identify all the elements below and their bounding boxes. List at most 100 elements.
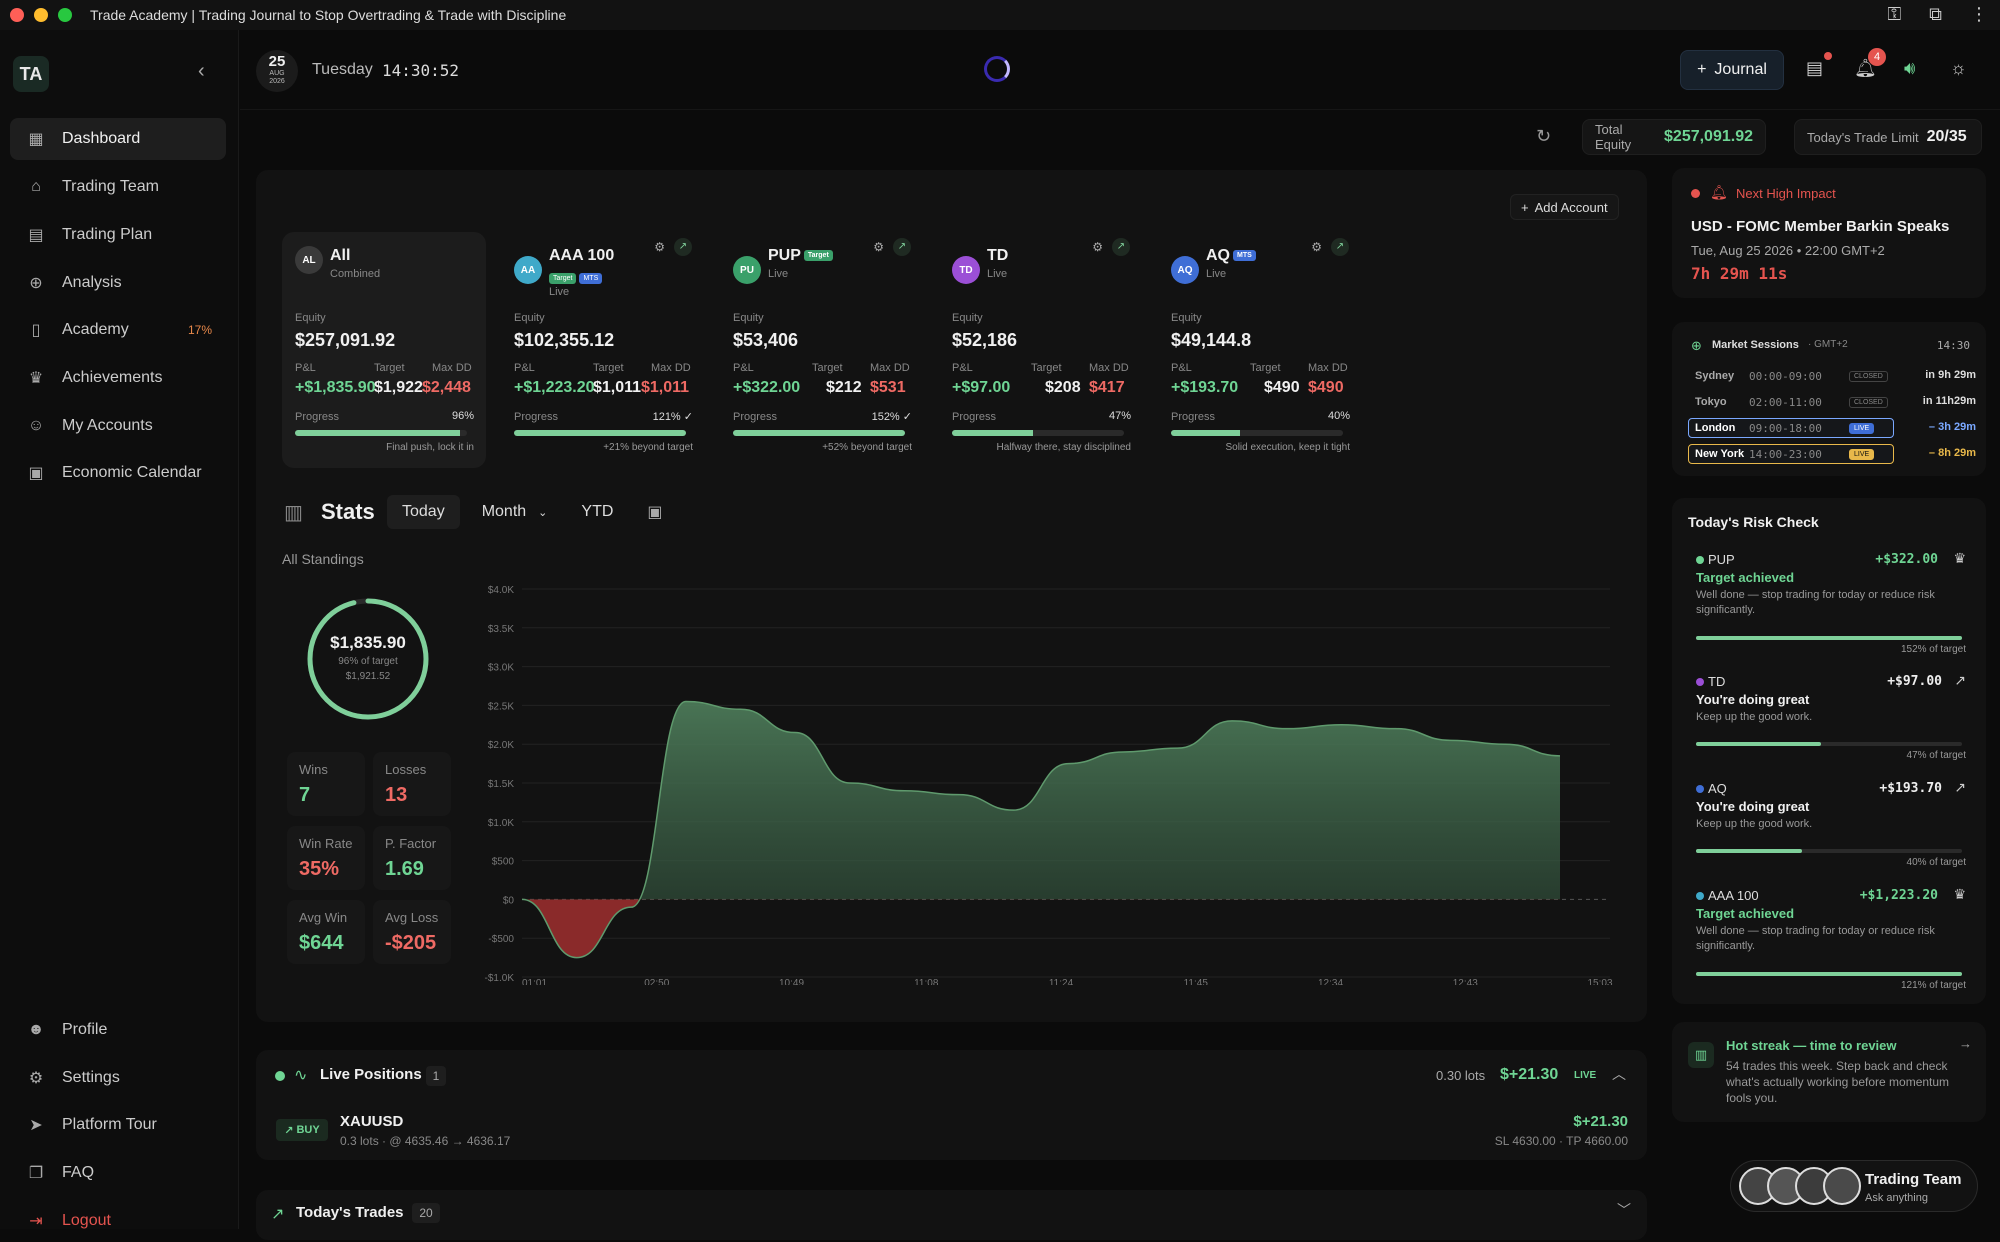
- bar-chart-icon: ▥: [1688, 1042, 1714, 1068]
- weekday: Tuesday: [312, 61, 373, 78]
- date-badge: 25 AUG 2026: [256, 50, 298, 92]
- chevron-down-icon[interactable]: ⌄: [526, 498, 547, 527]
- tab-month[interactable]: Month: [460, 495, 526, 529]
- activity-icon: ∿: [294, 1067, 308, 1084]
- trend-up-icon[interactable]: ↗: [1112, 238, 1130, 256]
- logout-icon: ⇥: [29, 1213, 43, 1230]
- sidebar-item-profile[interactable]: ☻ Profile: [10, 1009, 226, 1051]
- account-card[interactable]: TD TD Live ⚙ ↗ Equity $52,186 P&L Target Max DD +$…: [939, 232, 1143, 468]
- x-tick-label: 12:43: [1453, 978, 1478, 985]
- hot-streak-card[interactable]: ▥ Hot streak — time to review → 54 trade…: [1672, 1022, 1986, 1122]
- trend-up-icon[interactable]: ↗: [674, 238, 692, 256]
- bell-icon: 🔔︎: [1710, 184, 1728, 200]
- theme-sun-icon[interactable]: ☼: [1950, 58, 1967, 79]
- equity-area-chart: $4.0K $3.5K $3.0K $2.5K $2.0K $1.5K $1.0K $500 $…: [485, 585, 1613, 985]
- sidebar-item-trading-team[interactable]: ⌂ Trading Team: [10, 166, 226, 208]
- sidebar-item-academy[interactable]: ▯ Academy 17%: [10, 309, 226, 351]
- account-dot: [1696, 892, 1704, 900]
- total-equity-chip: Total Equity $257,091.92: [1582, 119, 1766, 155]
- session-row-new-york: New York 14:00-23:00 LIVE: [1688, 444, 1894, 464]
- send-icon: ➤: [29, 1117, 43, 1134]
- y-tick-label: $2.0K: [488, 740, 514, 751]
- sidebar-item-achievements[interactable]: ♛ Achievements: [10, 357, 226, 399]
- x-tick-label: 15:03: [1587, 978, 1612, 985]
- clipboard-notes-icon[interactable]: ▤: [1806, 58, 1823, 79]
- position-symbol[interactable]: XAUUSD: [340, 1113, 403, 1130]
- more-vert-icon[interactable]: ⋮: [1970, 4, 1988, 25]
- calendar-picker-icon[interactable]: ▣: [613, 494, 662, 530]
- zoom-window-button[interactable]: [58, 8, 72, 22]
- account-name: All: [330, 247, 351, 264]
- risk-headline: You're doing great: [1696, 799, 1810, 814]
- refresh-icon[interactable]: ↻: [1536, 126, 1551, 147]
- session-countdown: in 11h29m: [1922, 395, 1976, 407]
- risk-pct: 40% of target: [1906, 857, 1966, 868]
- gear-icon[interactable]: ⚙: [1092, 240, 1103, 254]
- loading-spinner-icon: [984, 56, 1010, 82]
- account-tag: MTS: [579, 273, 603, 285]
- gear-icon[interactable]: ⚙: [873, 240, 884, 254]
- maxdd-label: Max DD: [432, 362, 472, 374]
- key-icon[interactable]: ⚿: [1887, 4, 1901, 25]
- sidebar-item-settings[interactable]: ⚙ Settings: [10, 1057, 226, 1099]
- x-tick-label: 11:08: [914, 978, 939, 985]
- sidebar-item-faq[interactable]: ❐ FAQ: [10, 1152, 226, 1194]
- session-row-london: London 09:00-18:00 LIVE: [1688, 418, 1894, 438]
- account-card[interactable]: AA AAA 100 Target MTS Live ⚙ ↗ Equity $102,355.1…: [501, 232, 705, 468]
- extension-icon[interactable]: ⧉: [1929, 4, 1942, 25]
- progress-note: +21% beyond target: [603, 442, 693, 453]
- buy-badge: ↗ BUY: [276, 1119, 328, 1141]
- journal-button[interactable]: + Journal: [1680, 50, 1784, 90]
- account-card[interactable]: PU PUP Target Live ⚙ ↗ Equity $53,406 P&L Target M…: [720, 232, 924, 468]
- tab-today[interactable]: Today: [387, 495, 460, 529]
- todays-trades-panel[interactable]: [256, 1190, 1647, 1240]
- account-dot: [1696, 556, 1704, 564]
- add-account-button[interactable]: + Add Account: [1510, 194, 1619, 220]
- session-countdown: in 9h 29m: [1925, 369, 1976, 381]
- stat-box-avg-loss: Avg Loss -$205: [373, 900, 451, 964]
- gear-icon[interactable]: ⚙: [654, 240, 665, 254]
- sidebar-item-trading-plan[interactable]: ▤ Trading Plan: [10, 214, 226, 256]
- sound-icon[interactable]: 🔊︎: [1904, 58, 1915, 79]
- tab-ytd[interactable]: YTD: [547, 495, 613, 529]
- account-sub: Live: [768, 268, 789, 280]
- trading-team-chip[interactable]: Trading Team Ask anything: [1730, 1160, 1978, 1212]
- sidebar-item-platform-tour[interactable]: ➤ Platform Tour: [10, 1104, 226, 1146]
- positions-pnl: $+21.30: [1500, 1066, 1559, 1083]
- gear-icon[interactable]: ⚙: [1311, 240, 1322, 254]
- grid-icon: ▦: [28, 131, 44, 148]
- account-equity: $257,091.92: [295, 330, 396, 350]
- close-window-button[interactable]: [10, 8, 24, 22]
- sidebar-item-economic-calendar[interactable]: ▣ Economic Calendar: [10, 452, 226, 494]
- y-tick-label: -$1.0K: [485, 973, 515, 984]
- account-maxdd: $1,011: [641, 379, 690, 396]
- sidebar-item-dashboard[interactable]: ▦ Dashboard: [10, 118, 226, 160]
- risk-desc: Well done — stop trading for today or re…: [1696, 589, 1935, 616]
- avatar: TD: [952, 256, 980, 284]
- account-card[interactable]: AQ AQ MTS Live ⚙ ↗ Equity $49,144.8 P&L Target Max…: [1158, 232, 1362, 468]
- progress-note: Halfway there, stay disciplined: [996, 442, 1131, 453]
- session-countdown: – 8h 29m: [1928, 447, 1976, 459]
- trend-up-icon[interactable]: ↗: [893, 238, 911, 256]
- sidebar-item-analysis[interactable]: ⊕ Analysis: [10, 262, 226, 304]
- sidebar: TA ‹ ▦ Dashboard ⌂ Trading Team ▤ Trading P…: [0, 30, 239, 1230]
- chevron-up-icon[interactable]: ︿: [1612, 1064, 1626, 1084]
- logo[interactable]: TA: [13, 56, 49, 92]
- minimize-window-button[interactable]: [34, 8, 48, 22]
- account-target: $490: [1264, 379, 1300, 396]
- account-pnl: +$193.70: [1171, 379, 1239, 396]
- progress-bar: [295, 430, 467, 436]
- account-equity: $102,355.12: [514, 330, 615, 350]
- collapse-sidebar-icon[interactable]: ‹: [198, 60, 205, 83]
- stats-title: Stats: [321, 499, 375, 524]
- chevron-down-icon[interactable]: ﹀: [1617, 1200, 1631, 1220]
- progress-note: Final push, lock it in: [386, 442, 474, 453]
- sidebar-item-logout[interactable]: ⇥ Logout: [10, 1200, 226, 1242]
- window-titlebar: Trade Academy | Trading Journal to Stop …: [0, 0, 2000, 30]
- sidebar-item-my-accounts[interactable]: ☺ My Accounts: [10, 405, 226, 447]
- trend-up-icon[interactable]: ↗: [1331, 238, 1349, 256]
- account-card[interactable]: AL All Combined Equity $257,091.92 P&L Target M…: [282, 232, 486, 468]
- risk-headline: Target achieved: [1696, 906, 1795, 921]
- globe-icon: ⊕: [1691, 338, 1702, 353]
- standings-label: All Standings: [282, 551, 364, 567]
